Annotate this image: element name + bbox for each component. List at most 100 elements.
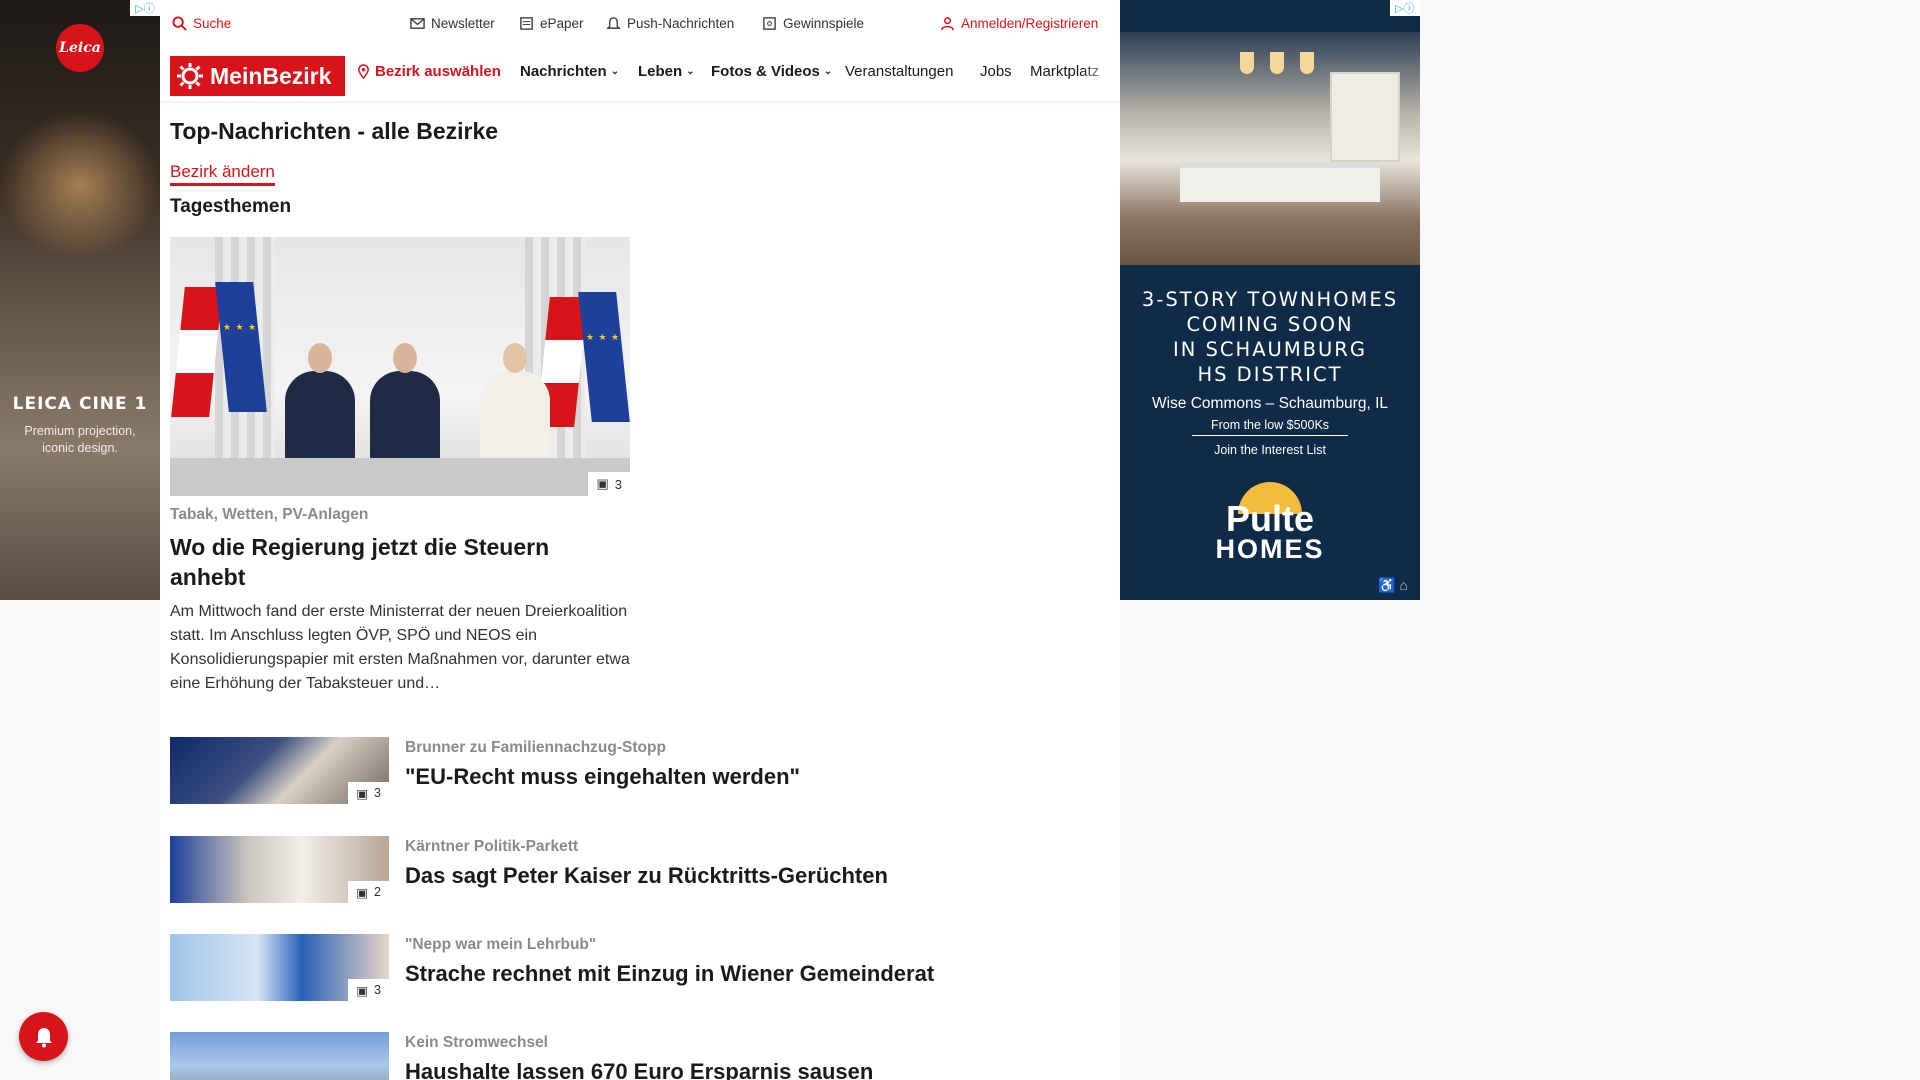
article-headline[interactable]: Das sagt Peter Kaiser zu Rücktritts-Gerü… xyxy=(405,863,888,889)
article-kicker: Brunner zu Familiennachzug-Stopp xyxy=(405,739,666,756)
article-headline[interactable]: Haushalte lassen 670 Euro Ersparnis saus… xyxy=(405,1059,873,1080)
article-row[interactable]: ▣ 2 Kärntner Politik-Parkett Das sagt Pet… xyxy=(170,836,1070,904)
gallery-icon: ▣ xyxy=(596,476,609,491)
change-district-link[interactable]: Bezirk ändern xyxy=(170,162,275,186)
main-navigation: MeinBezirk Bezirk auswählen Nachrichten ⌄… xyxy=(160,46,1120,102)
ad-location: Wise Commons – Schaumburg, IL xyxy=(1151,395,1389,412)
district-select[interactable]: Bezirk auswählen xyxy=(356,46,501,96)
desk xyxy=(170,458,630,496)
nav-jobs-label: Jobs xyxy=(980,62,1012,80)
person-figure xyxy=(480,343,550,466)
ad-choices-icon[interactable]: ▷ⓘ xyxy=(1390,0,1420,16)
ad-headline-line: COMING SOON xyxy=(1186,313,1354,336)
article-thumbnail: ▣ 3 xyxy=(170,934,389,1001)
article-thumbnail: ▣ 2 xyxy=(170,836,389,903)
gallery-badge: ▣ 2 xyxy=(348,881,389,903)
nav-overflow-fade xyxy=(1080,46,1120,96)
ad-stage-image xyxy=(0,110,160,260)
logo-text: MeinBezirk xyxy=(210,62,332,89)
login-link[interactable]: Anmelden/Registrieren xyxy=(940,0,1098,46)
lead-article-teaser: Am Mittwoch fand der erste Ministerrat d… xyxy=(170,603,630,692)
ad-cta[interactable]: Join the Interest List xyxy=(1120,443,1420,457)
nav-news-label: Nachrichten xyxy=(520,62,607,80)
article-kicker: "Nepp war mein Lehrbub" xyxy=(405,936,597,953)
chevron-down-icon: ⌄ xyxy=(823,65,833,77)
epaper-label: ePaper xyxy=(540,15,584,31)
leica-logo-text: Leica xyxy=(59,40,101,56)
pendant-lamp xyxy=(1270,52,1284,74)
push-label: Push-Nachrichten xyxy=(627,15,735,31)
newspaper-icon xyxy=(520,16,533,30)
page-title: Top-Nachrichten - alle Bezirke xyxy=(170,118,499,144)
article-row[interactable]: ▣ 3 "Nepp war mein Lehrbub" Strache rechn… xyxy=(170,934,1070,1002)
newsletter-link[interactable]: Newsletter xyxy=(410,0,495,46)
nav-events-label: Veranstaltungen xyxy=(845,62,954,80)
leica-logo: Leica xyxy=(56,24,104,72)
nav-life-label: Leben xyxy=(638,62,683,80)
kitchen-island xyxy=(1180,162,1380,202)
ad-headline-line: 3-STORY TOWNHOMES xyxy=(1141,288,1399,311)
nav-item-news[interactable]: Nachrichten ⌄ xyxy=(520,46,619,96)
ad-headline: 3-STORY TOWNHOMES COMING SOON IN SCHAUMB… xyxy=(1120,287,1420,387)
lead-article-headline[interactable]: Wo die Regierung jetzt die Steuern anheb… xyxy=(170,532,630,592)
newsletter-label: Newsletter xyxy=(431,15,495,31)
kitchen-photo xyxy=(1120,32,1420,265)
article-kicker: Kärntner Politik-Parkett xyxy=(405,838,579,855)
contests-link[interactable]: Gewinnspiele xyxy=(762,0,864,46)
mail-icon xyxy=(410,17,425,29)
article-row[interactable]: Kein Stromwechsel Haushalte lassen 670 E… xyxy=(170,1032,1070,1080)
bell-icon xyxy=(35,1027,52,1047)
article-kicker: Kein Stromwechsel xyxy=(405,1034,548,1051)
ad-subtitle: Premium projection, iconic design. xyxy=(24,424,136,455)
article-headline[interactable]: Strache rechnet mit Einzug in Wiener Gem… xyxy=(405,961,934,987)
article-thumbnail: ▣ 3 xyxy=(170,737,389,804)
right-ad-banner[interactable]: ▷ⓘ 3-STORY TOWNHOMES COMING SOON IN SCHA… xyxy=(1120,0,1420,600)
district-label: Bezirk auswählen xyxy=(375,62,501,80)
push-notifications-link[interactable]: Push-Nachrichten xyxy=(606,0,734,46)
person-figure xyxy=(370,343,440,466)
site-column: Suche Newsletter ePaper Push-Nachrichten… xyxy=(160,0,1120,1080)
search-link[interactable]: Suche xyxy=(172,0,231,46)
gallery-count: 3 xyxy=(374,786,381,800)
gallery-icon: ▣ xyxy=(356,885,369,900)
lead-article-image[interactable]: ▣3 xyxy=(170,237,630,496)
search-icon xyxy=(172,15,187,31)
contests-label: Gewinnspiele xyxy=(783,15,865,31)
bell-icon xyxy=(606,16,621,29)
article-thumbnail xyxy=(170,1032,389,1080)
chevron-down-icon: ⌄ xyxy=(610,65,620,77)
brand-line-2: HOMES xyxy=(1215,534,1325,564)
top-utility-bar: Suche Newsletter ePaper Push-Nachrichten… xyxy=(160,0,1120,46)
article-row[interactable]: ▣ 3 Brunner zu Familiennachzug-Stopp "EU-… xyxy=(170,737,1070,805)
left-ad-skyscraper[interactable]: ▷ⓘ Leica LEICA CINE 1 Premium projection… xyxy=(0,0,160,600)
pendant-lamp xyxy=(1300,52,1314,74)
nav-item-photos-videos[interactable]: Fotos & Videos ⌄ xyxy=(711,46,832,96)
section-title: Tagesthemen xyxy=(170,196,292,217)
lead-article-kicker: Tabak, Wetten, PV-Anlagen xyxy=(170,506,369,523)
brand-line-1: Pulte xyxy=(1225,498,1314,539)
nav-item-events[interactable]: Veranstaltungen xyxy=(845,46,953,96)
ad-choices-icon[interactable]: ▷ⓘ xyxy=(130,0,160,16)
search-label: Suche xyxy=(193,15,232,31)
ad-price: From the low $500Ks xyxy=(1192,418,1348,436)
gallery-count: 2 xyxy=(374,885,381,899)
gallery-badge: ▣ 3 xyxy=(588,472,630,496)
accessibility-icon: ♿ ⌂ xyxy=(1378,577,1408,593)
gallery-badge: ▣ 3 xyxy=(348,979,389,1001)
location-pin-icon xyxy=(358,63,369,79)
gallery-icon: ▣ xyxy=(356,983,369,998)
notification-bell-button[interactable] xyxy=(19,1012,68,1061)
epaper-link[interactable]: ePaper xyxy=(519,0,584,46)
pendant-lamp xyxy=(1240,52,1254,74)
ad-title: LEICA CINE 1 xyxy=(12,394,148,414)
person-figure xyxy=(285,343,355,466)
gallery-badge: ▣ 3 xyxy=(348,782,389,804)
nav-item-life[interactable]: Leben ⌄ xyxy=(638,46,695,96)
article-headline[interactable]: "EU-Recht muss eingehalten werden" xyxy=(405,764,800,790)
eu-flag xyxy=(578,292,630,422)
ad-headline-line: HS DISTRICT xyxy=(1197,363,1343,386)
gallery-count: 3 xyxy=(374,983,381,997)
kitchen-cabinet xyxy=(1330,72,1400,162)
site-logo[interactable]: MeinBezirk xyxy=(170,56,345,96)
nav-item-jobs[interactable]: Jobs xyxy=(980,46,1012,96)
